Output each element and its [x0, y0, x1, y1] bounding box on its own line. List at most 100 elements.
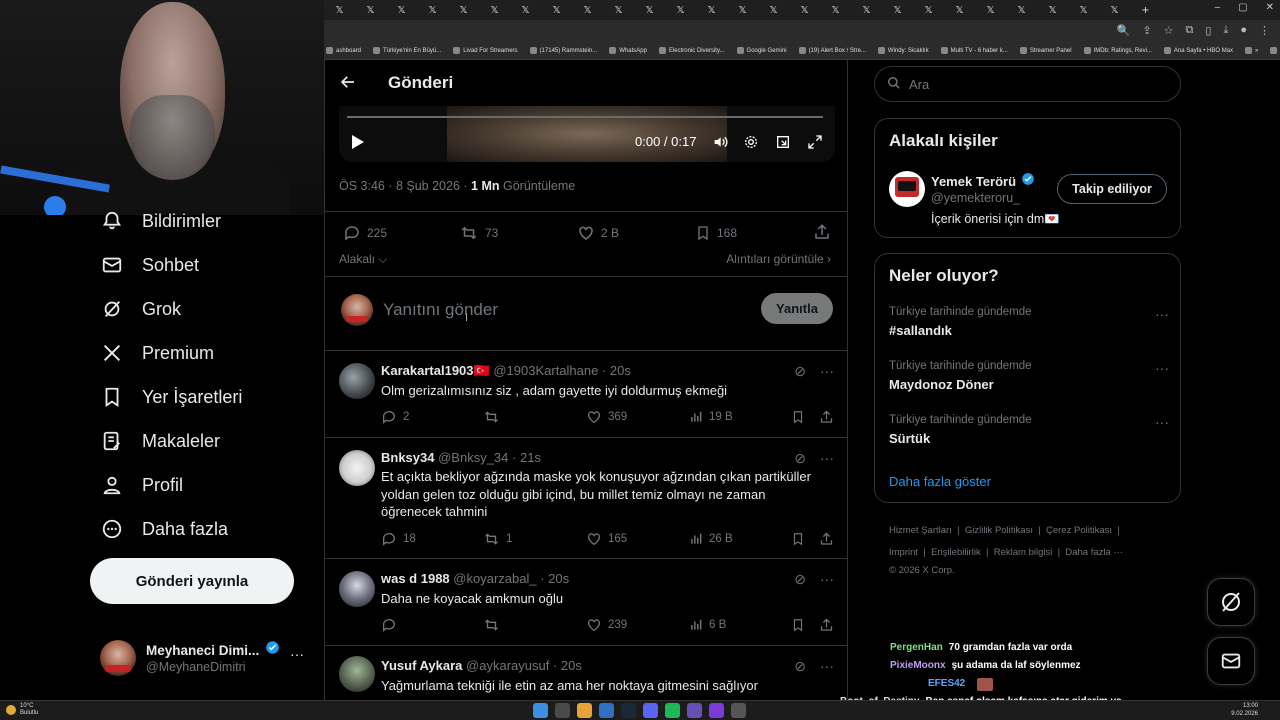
trend-item[interactable]: Türkiye tarihinde gündemde Sürtük ··· [889, 414, 1169, 446]
bookmark-item[interactable]: (19) Alert Box / Stre... [798, 47, 866, 54]
zoom-icon[interactable]: 🔍 [1117, 24, 1131, 37]
browser-tab[interactable]: 𝕏 [882, 0, 913, 20]
grok-fab-button[interactable] [1207, 578, 1255, 626]
sidebar-icon[interactable]: ▯ [1205, 24, 1211, 37]
author-handle[interactable]: @Bnksy_34 [438, 450, 508, 465]
browser-tab[interactable]: 𝕏 [727, 0, 758, 20]
repost-stat[interactable]: 73 [459, 224, 498, 242]
spotify-icon[interactable] [665, 703, 680, 718]
like-action[interactable]: 369 [586, 409, 627, 425]
bookmark-item[interactable]: IMDb: Ratings, Revi... [1083, 47, 1152, 54]
bookmark-item[interactable]: Streamer Panel [1019, 47, 1072, 54]
obs-icon[interactable] [731, 703, 746, 718]
play-icon[interactable] [351, 134, 365, 155]
views-action[interactable]: 26 B [689, 531, 733, 547]
share-action[interactable] [819, 409, 834, 425]
reply-button[interactable]: Yanıtla [761, 293, 833, 324]
bookmark-action[interactable] [791, 531, 805, 547]
grok-icon[interactable]: ⊘ [794, 571, 806, 588]
bookmark-item[interactable]: Google Gemini [736, 47, 787, 54]
settings-gear-icon[interactable] [743, 134, 759, 155]
browser-tab[interactable]: 𝕏 [324, 0, 355, 20]
app-icon[interactable] [687, 703, 702, 718]
reply-action[interactable]: 2 [381, 409, 409, 425]
browser-tab[interactable]: 𝕏 [1037, 0, 1068, 20]
profile-icon[interactable]: ● [1240, 24, 1247, 37]
minimize-icon[interactable]: – [1215, 2, 1221, 13]
author-handle[interactable]: @1903Kartalhane [493, 363, 598, 378]
like-stat[interactable]: 2 B [577, 224, 619, 242]
start-icon[interactable] [533, 703, 548, 718]
reply-tweet[interactable]: Yusuf Aykara @aykarayusuf · 20s ⊘ ··· Yağ… [325, 646, 847, 700]
sidebar-item-premium[interactable]: Premium [100, 341, 214, 365]
views-action[interactable]: 6 B [689, 617, 726, 633]
bookmark-item[interactable]: » [1245, 47, 1258, 54]
back-arrow-icon[interactable] [339, 73, 357, 96]
more-icon[interactable]: ··· [820, 450, 834, 467]
sidebar-item-more[interactable]: Daha fazla [100, 517, 228, 541]
browser-tab[interactable]: 𝕏 [696, 0, 727, 20]
author-name[interactable]: Karakartal1903 [381, 363, 474, 378]
trend-item[interactable]: Türkiye tarihinde gündemde Maydonoz Döne… [889, 360, 1169, 392]
sidebar-item-articles[interactable]: Makaleler [100, 429, 220, 453]
views-action[interactable]: 19 B [689, 409, 733, 425]
close-icon[interactable]: ✕ [1266, 2, 1274, 13]
more-icon[interactable]: ··· [1155, 306, 1169, 322]
grok-icon[interactable]: ⊘ [794, 658, 806, 675]
reply-input[interactable]: Yanıtını gönder [383, 300, 498, 320]
person-handle[interactable]: @yemekteroru_ [931, 191, 1020, 205]
account-switcher[interactable]: Meyhaneci Dimi... @MeyhaneDimitri ··· [100, 636, 314, 686]
more-icon[interactable]: ··· [820, 571, 834, 588]
footer-link[interactable]: Hizmet Şartları [889, 525, 952, 536]
browser-tab[interactable]: 𝕏 [1099, 0, 1130, 20]
discord-icon[interactable] [643, 703, 658, 718]
repost-action[interactable] [483, 617, 506, 633]
author-handle[interactable]: @aykarayusuf [466, 658, 549, 673]
footer-link[interactable]: Çerez Politikası [1046, 525, 1112, 536]
share-action[interactable] [819, 617, 834, 633]
reply-action[interactable] [381, 617, 403, 633]
pip-icon[interactable] [775, 134, 791, 155]
reply-tweet[interactable]: Bnksy34 @Bnksy_34 · 21s ⊘ ··· Et açıkta b… [325, 438, 847, 558]
bookmark-item[interactable]: Livad For Streamers [453, 47, 518, 54]
chrome-icon[interactable] [577, 703, 592, 718]
author-handle[interactable]: @koyarzabal_ [453, 571, 536, 586]
browser-tab[interactable]: 𝕏 [944, 0, 975, 20]
fullscreen-icon[interactable] [807, 134, 823, 155]
browser-tab[interactable]: 𝕏 [758, 0, 789, 20]
system-clock[interactable]: 13:00 9.02.2026 [1231, 702, 1258, 718]
browser-tab[interactable]: 𝕏 [448, 0, 479, 20]
sidebar-item-chat[interactable]: Sohbet [100, 253, 199, 277]
browser-tab[interactable]: 𝕏 [665, 0, 696, 20]
footer-link[interactable]: Imprint [889, 547, 918, 558]
sidebar-item-grok[interactable]: Grok [100, 297, 181, 321]
bookmark-item[interactable]: Multi TV - 6 haber k... [940, 47, 1008, 54]
extensions-icon[interactable]: ⧉ [1186, 24, 1194, 37]
download-icon[interactable]: ⤓ [1223, 24, 1228, 37]
browser-tab[interactable]: 𝕏 [355, 0, 386, 20]
search-input[interactable]: Ara [874, 66, 1181, 102]
author-name[interactable]: was d 1988 [381, 571, 450, 586]
sidebar-item-notifications[interactable]: Bildirimler [100, 209, 221, 233]
grok-icon[interactable]: ⊘ [794, 450, 806, 467]
more-icon[interactable]: ··· [820, 658, 834, 675]
bookmark-stat[interactable]: 168 [695, 224, 737, 242]
bookmark-item[interactable]: Tüm Yer İşaretleri [1270, 47, 1280, 54]
bookmark-action[interactable] [791, 409, 805, 425]
bookmark-item[interactable]: Electronic Diversity... [658, 47, 725, 54]
footer-link[interactable]: Daha fazla ··· [1065, 547, 1123, 558]
share-icon[interactable]: ⇪ [1142, 24, 1151, 37]
browser-tab[interactable]: 𝕏 [1068, 0, 1099, 20]
trend-item[interactable]: Türkiye tarihinde gündemde #sallandık ··… [889, 306, 1169, 338]
video-progress-bar[interactable] [347, 116, 823, 118]
bookmark-action[interactable] [791, 617, 805, 633]
reply-stat[interactable]: 225 [343, 224, 387, 242]
view-quotes-link[interactable]: Alıntıları görüntüle › [726, 252, 831, 266]
bookmark-item[interactable]: Windy: Sicaklık [877, 47, 929, 54]
grok-icon[interactable]: ⊘ [794, 363, 806, 380]
bookmark-item[interactable]: (17145) Rammstein... [529, 47, 597, 54]
footer-link[interactable]: Gizlilik Politikası [965, 525, 1033, 536]
person-name[interactable]: Yemek Terörü [931, 174, 1016, 189]
reply-action[interactable]: 18 [381, 531, 416, 547]
browser-tab[interactable]: 𝕏 [510, 0, 541, 20]
